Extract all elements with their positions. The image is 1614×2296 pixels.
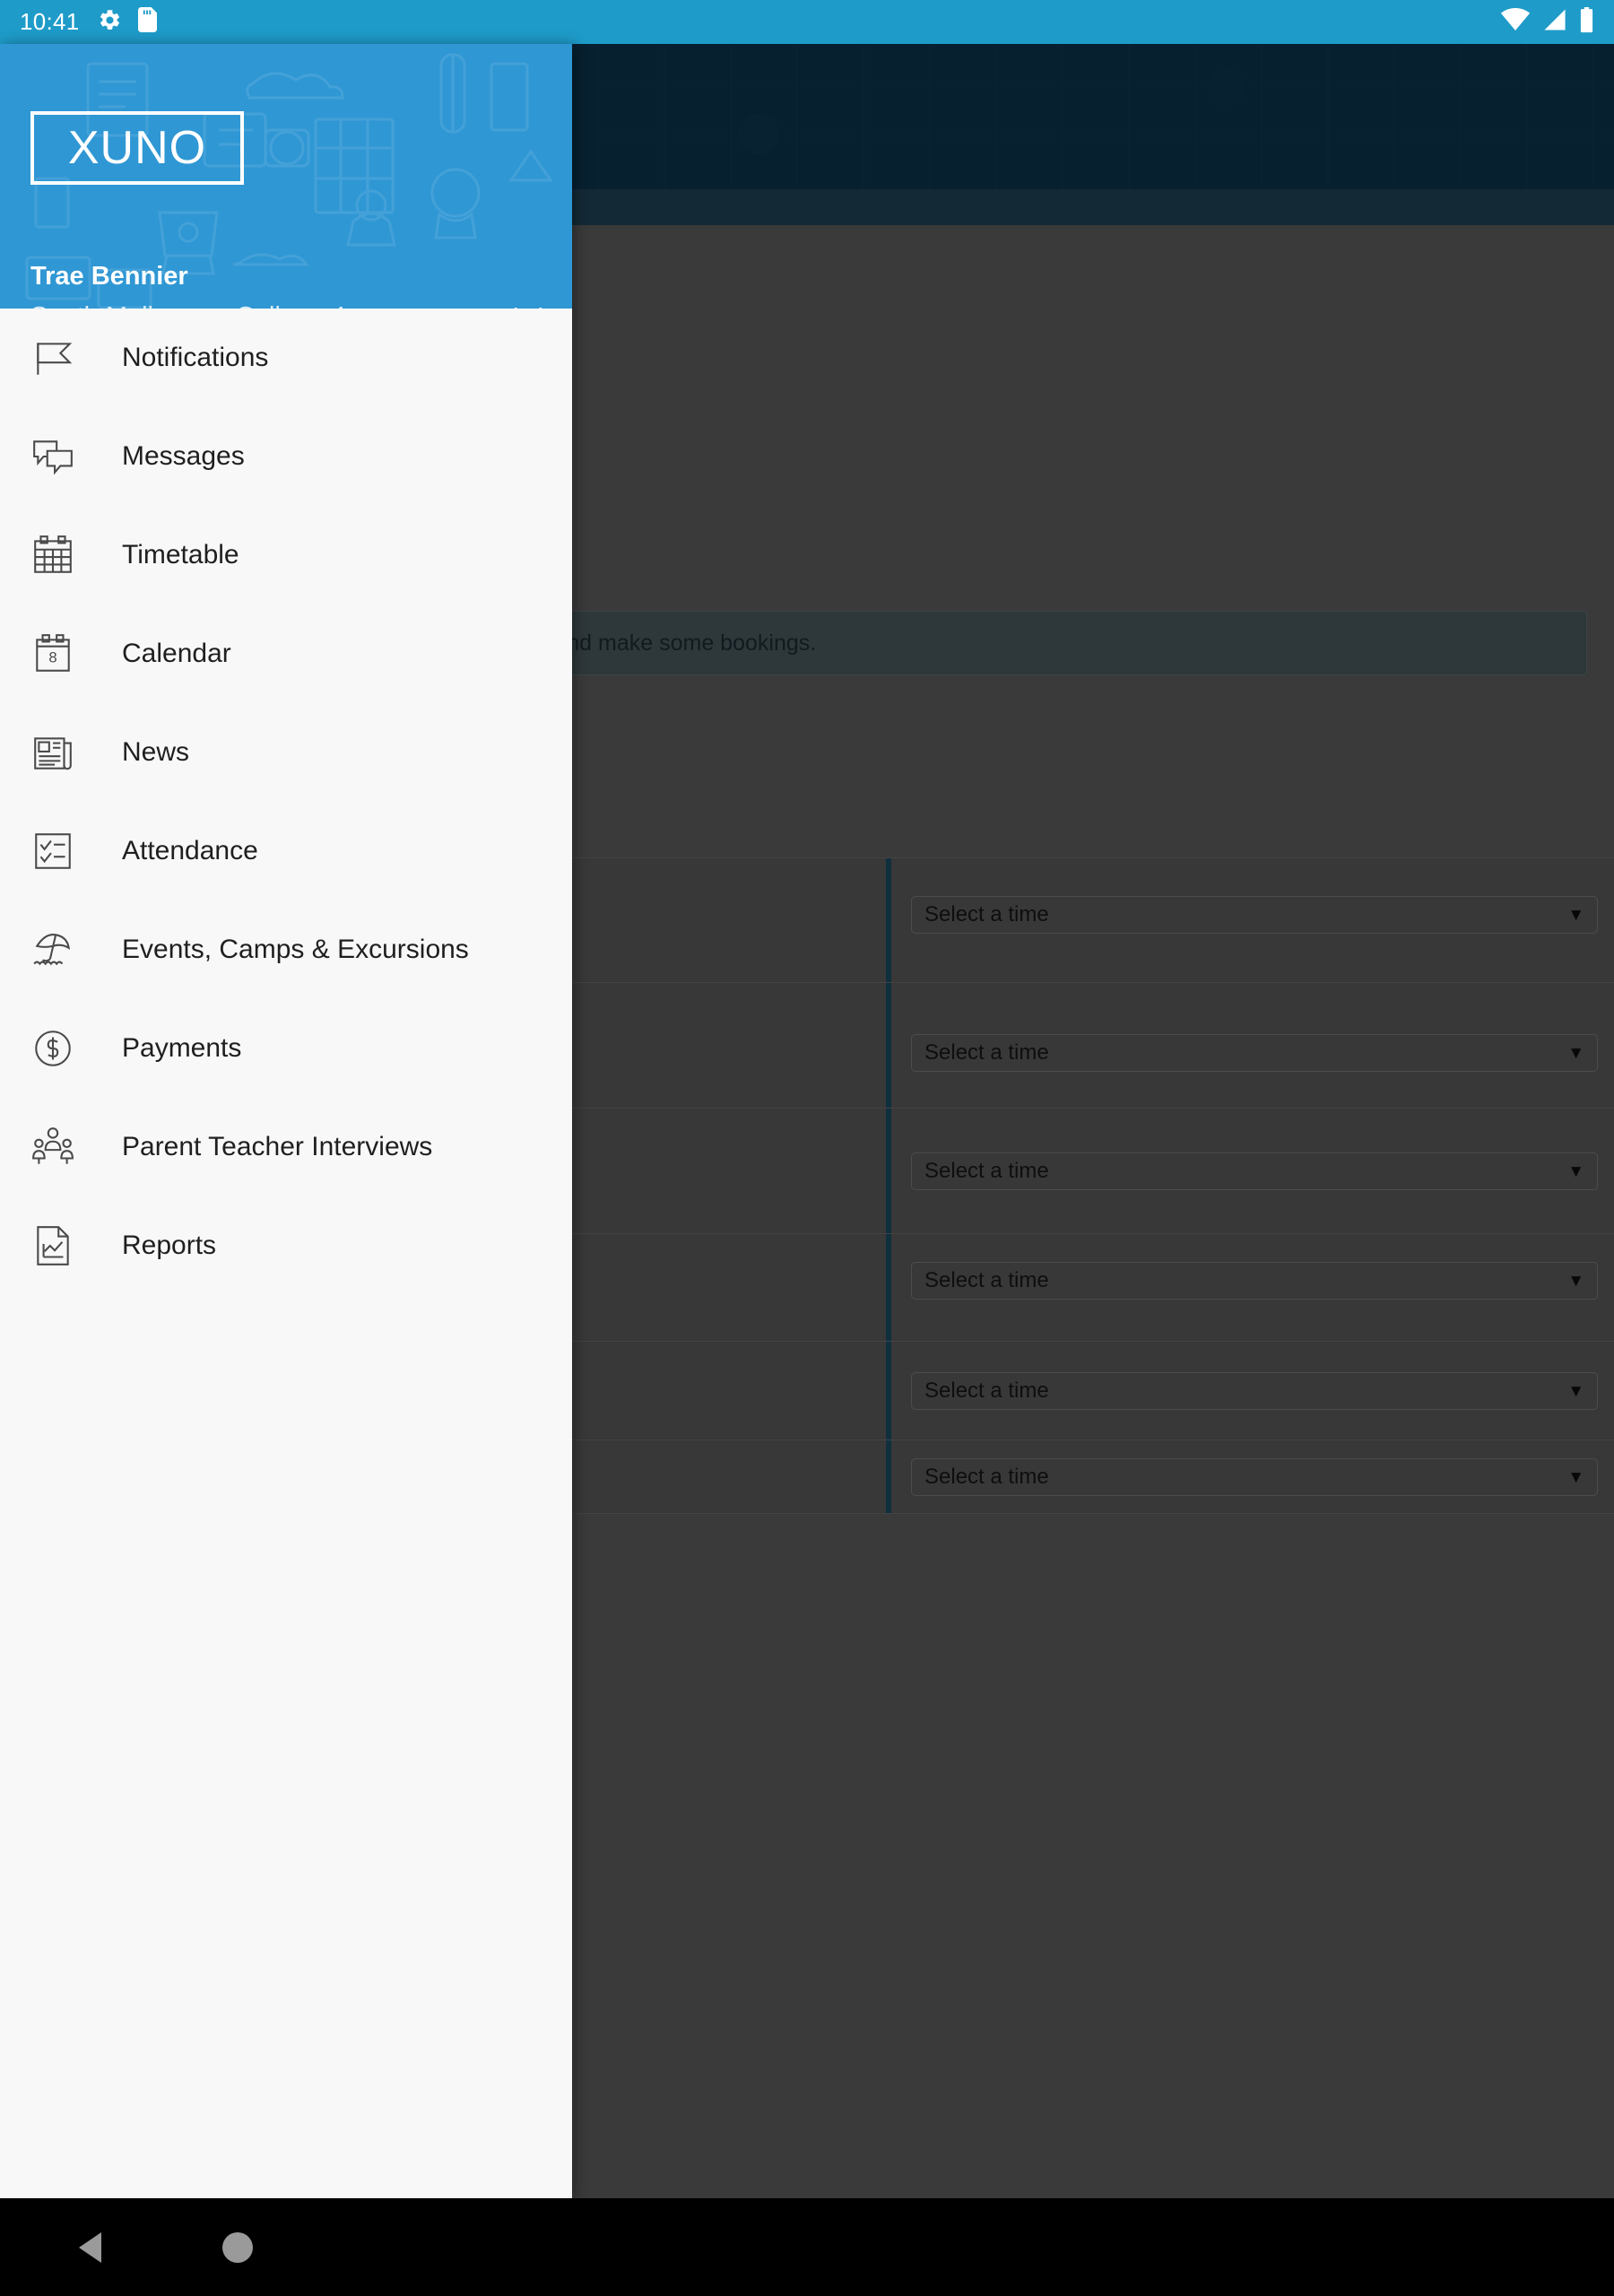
time-select[interactable]: Select a time ▼	[911, 896, 1598, 934]
home-circle-icon[interactable]	[222, 2231, 253, 2263]
gear-icon	[98, 8, 122, 37]
time-select-value: Select a time	[924, 1378, 1049, 1403]
sidebar-item-label: News	[122, 737, 190, 767]
time-select[interactable]: Select a time ▼	[911, 1372, 1598, 1410]
sidebar-item-events-camps-excursions[interactable]: Events, Camps & Excursions	[0, 900, 572, 999]
sidebar-item-label: Events, Camps & Excursions	[122, 935, 469, 964]
sidebar-item-calendar[interactable]: 8 Calendar	[0, 604, 572, 703]
row-select-cell: Select a time ▼	[888, 1234, 1614, 1341]
row-select-cell: Select a time ▼	[888, 1342, 1614, 1439]
status-right-icons	[1500, 6, 1594, 38]
time-select-value: Select a time	[924, 1465, 1049, 1489]
time-select-value: Select a time	[924, 902, 1049, 926]
sidebar-item-attendance[interactable]: Attendance	[0, 802, 572, 900]
wifi-icon	[1500, 7, 1531, 36]
sd-card-icon	[137, 7, 157, 37]
time-select[interactable]: Select a time ▼	[911, 1034, 1598, 1072]
row-select-cell: Select a time ▼	[888, 1109, 1614, 1233]
sidebar-item-label: Attendance	[122, 836, 258, 865]
status-left-icons	[98, 7, 157, 37]
calendar-grid-icon	[27, 529, 79, 581]
sidebar-item-label: Payments	[122, 1033, 242, 1063]
chat-bubbles-icon	[27, 430, 79, 483]
people-group-icon	[27, 1121, 79, 1173]
battery-icon	[1579, 6, 1594, 38]
row-select-cell: Select a time ▼	[888, 1440, 1614, 1513]
document-chart-icon	[27, 1220, 79, 1272]
caret-down-icon: ▼	[1567, 905, 1584, 925]
sidebar-item-news[interactable]: News	[0, 703, 572, 802]
caret-down-icon: ▼	[1567, 1381, 1584, 1401]
svg-text:8: 8	[48, 648, 56, 665]
time-select[interactable]: Select a time ▼	[911, 1262, 1598, 1300]
time-select-value: Select a time	[924, 1040, 1049, 1065]
navigation-drawer: XUNO Trae Bennier South Melbourne Colleg…	[0, 44, 572, 2198]
time-select[interactable]: Select a time ▼	[911, 1152, 1598, 1190]
sidebar-item-label: Messages	[122, 441, 245, 471]
sidebar-item-reports[interactable]: Reports	[0, 1196, 572, 1295]
time-select[interactable]: Select a time ▼	[911, 1458, 1598, 1496]
drawer-menu-list: Notifications Messages Timetable 8 Calen…	[0, 309, 572, 1295]
time-select-value: Select a time	[924, 1268, 1049, 1292]
cell-signal-icon	[1541, 8, 1568, 36]
drawer-school-name: South Melbourne College 4	[30, 302, 345, 309]
sidebar-item-notifications[interactable]: Notifications	[0, 309, 572, 407]
back-triangle-icon[interactable]	[79, 2231, 101, 2263]
row-select-cell: Select a time ▼	[888, 858, 1614, 982]
status-time: 10:41	[20, 8, 80, 35]
newspaper-icon	[27, 726, 79, 778]
sidebar-item-label: Calendar	[122, 639, 231, 668]
sidebar-item-label: Reports	[122, 1231, 217, 1260]
caret-down-icon: ▼	[1567, 1043, 1584, 1063]
status-bar: 10:41	[0, 0, 1614, 44]
checklist-icon	[27, 825, 79, 877]
drawer-user-name: Trae Bennier	[30, 262, 188, 291]
flag-icon	[27, 332, 79, 384]
caret-down-icon: ▼	[1567, 1271, 1584, 1291]
sidebar-item-label: Timetable	[122, 540, 239, 570]
row-select-cell: Select a time ▼	[888, 983, 1614, 1108]
caret-down-icon: ▼	[1567, 1161, 1584, 1181]
sidebar-item-label: Parent Teacher Interviews	[122, 1132, 433, 1161]
calendar-day-icon: 8	[27, 628, 79, 680]
dollar-circle-icon	[27, 1022, 79, 1074]
sidebar-item-messages[interactable]: Messages	[0, 407, 572, 506]
sidebar-item-label: Notifications	[122, 343, 269, 372]
xuno-logo-text: XUNO	[67, 122, 207, 174]
sidebar-item-parent-teacher-interviews[interactable]: Parent Teacher Interviews	[0, 1098, 572, 1196]
drawer-header[interactable]: XUNO Trae Bennier South Melbourne Colleg…	[0, 44, 572, 309]
xuno-logo: XUNO	[30, 111, 244, 185]
sidebar-item-payments[interactable]: Payments	[0, 999, 572, 1098]
system-navigation-bar	[0, 2198, 1614, 2296]
time-select-value: Select a time	[924, 1159, 1049, 1183]
caret-down-icon: ▼	[1567, 1467, 1584, 1487]
beach-umbrella-icon	[27, 924, 79, 976]
sidebar-item-timetable[interactable]: Timetable	[0, 506, 572, 604]
